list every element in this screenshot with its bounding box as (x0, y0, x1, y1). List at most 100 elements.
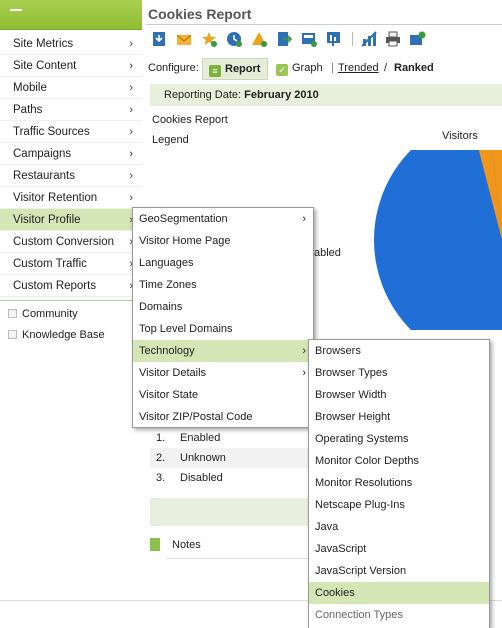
menu-item-visitor-home-page[interactable]: Visitor Home Page (133, 230, 313, 252)
menu-item-visitor-details[interactable]: Visitor Details › (133, 362, 313, 384)
pie-slice-main (374, 150, 502, 330)
share-icon[interactable] (408, 30, 426, 48)
menu-item-label: Monitor Color Depths (315, 455, 419, 467)
menu-item-connection-types[interactable]: Connection Types (309, 604, 489, 626)
sidebar-item-custom-conversion[interactable]: Custom Conversion› (0, 231, 142, 253)
toolbar-divider (352, 32, 353, 46)
menu-item-label: Visitor Home Page (139, 235, 231, 247)
reporting-date-value: February 2010 (244, 89, 319, 101)
sidebar-item-label: Restaurants (13, 170, 76, 182)
presentation-icon[interactable] (325, 30, 343, 48)
menu-item-technology[interactable]: Technology › (133, 340, 313, 362)
menu-item-visitor-state[interactable]: Visitor State (133, 384, 313, 406)
notes-divider (166, 558, 316, 559)
chevron-right-icon: › (129, 170, 133, 182)
table-row[interactable]: 2. Unknown (150, 448, 320, 468)
menu-item-visitor-zip[interactable]: Visitor ZIP/Postal Code (133, 406, 313, 428)
menu-item-browser-types[interactable]: Browser Types (309, 362, 489, 384)
chevron-right-icon: › (302, 367, 306, 379)
menu-item-monitor-resolutions[interactable]: Monitor Resolutions (309, 472, 489, 494)
knowledge-base-label: Knowledge Base (22, 329, 105, 341)
menu-item-cookies[interactable]: Cookies (309, 582, 489, 604)
ranked-link[interactable]: Ranked (394, 62, 434, 74)
menu-item-label: Connection Types (315, 609, 403, 621)
sidebar-item-visitor-profile[interactable]: Visitor Profile› (0, 209, 142, 231)
reporting-date-bar: Reporting Date: February 2010 (150, 84, 502, 106)
knowledge-base-link[interactable]: Knowledge Base (8, 326, 105, 344)
sidebar-item-custom-reports[interactable]: Custom Reports› (0, 275, 142, 297)
menu-item-label: Java (315, 521, 339, 533)
table-row[interactable]: 1. Enabled (150, 428, 320, 448)
sidebar-item-label: Site Metrics (13, 38, 74, 50)
sidebar-item-traffic-sources[interactable]: Traffic Sources › (0, 121, 142, 143)
menu-item-label: Browser Types (315, 367, 388, 379)
sidebar-item-label: Custom Traffic (13, 258, 87, 270)
menu-item-label: Languages (139, 257, 194, 269)
menu-item-domains[interactable]: Domains (133, 296, 313, 318)
tab-graph[interactable]: ✓ Graph (276, 62, 323, 76)
row-name: Disabled (180, 472, 223, 484)
separator: | (331, 62, 334, 74)
email-icon[interactable] (175, 30, 193, 48)
menu-item-label: Visitor State (139, 389, 199, 401)
sidebar-item-label: Mobile (13, 82, 47, 94)
row-rank: 2. (156, 452, 166, 464)
chevron-right-icon: › (129, 104, 133, 116)
menu-item-geosegmentation[interactable]: GeoSegmentation › (133, 208, 313, 230)
notes-label: Notes (172, 539, 201, 551)
row-rank: 1. (156, 432, 166, 444)
menu-item-netscape-plugins[interactable]: Netscape Plug-Ins (309, 494, 489, 516)
schedule-icon[interactable] (225, 30, 243, 48)
menu-item-javascript-version[interactable]: JavaScript Version (309, 560, 489, 582)
dashboard-add-icon[interactable] (300, 30, 318, 48)
menu-item-label: Browser Height (315, 411, 391, 423)
menu-item-time-zones[interactable]: Time Zones (133, 274, 313, 296)
sidebar-item-restaurants[interactable]: Restaurants › (0, 165, 142, 187)
community-link[interactable]: Community (8, 305, 78, 323)
sidebar-item-custom-traffic[interactable]: Custom Traffic› (0, 253, 142, 275)
menu-item-java[interactable]: Java (309, 516, 489, 538)
print-icon[interactable] (384, 30, 402, 48)
menu-item-operating-systems[interactable]: Operating Systems (309, 428, 489, 450)
sidebar-item-site-metrics[interactable]: Site Metrics › (0, 33, 142, 55)
left-navigation: Site Metrics › Site Content › Mobile › Path… (0, 0, 142, 360)
menu-item-monitor-color-depths[interactable]: Monitor Color Depths (309, 450, 489, 472)
chevron-right-icon: › (302, 345, 306, 357)
trended-link[interactable]: Trended (338, 62, 379, 74)
menu-item-javascript[interactable]: JavaScript (309, 538, 489, 560)
menu-item-top-level-domains[interactable]: Top Level Domains (133, 318, 313, 340)
legend-label: Legend (152, 134, 189, 146)
download-icon[interactable] (150, 30, 168, 48)
alert-icon[interactable] (250, 30, 268, 48)
chevron-right-icon: › (129, 148, 133, 160)
menu-item-languages[interactable]: Languages (133, 252, 313, 274)
sidebar-item-mobile[interactable]: Mobile › (0, 77, 142, 99)
tab-graph-label: Graph (292, 62, 323, 74)
menu-item-browser-width[interactable]: Browser Width (309, 384, 489, 406)
chevron-right-icon: › (129, 192, 133, 204)
collapse-icon[interactable] (10, 9, 22, 11)
chart-icon[interactable] (360, 30, 378, 48)
notes-link[interactable]: Notes (150, 538, 201, 551)
sidebar-item-label: Site Content (13, 60, 77, 72)
external-link-icon (8, 330, 17, 339)
sidebar-item-campaigns[interactable]: Campaigns › (0, 143, 142, 165)
separator: / (384, 62, 388, 74)
row-rank: 3. (156, 472, 166, 484)
menu-item-label: Technology (139, 345, 195, 357)
graph-icon: ✓ (276, 64, 288, 76)
nav-divider (0, 300, 142, 301)
bookmark-star-icon[interactable] (200, 30, 218, 48)
menu-item-browsers[interactable]: Browsers (309, 340, 489, 362)
menu-item-browser-height[interactable]: Browser Height (309, 406, 489, 428)
table-row[interactable]: 3. Disabled (150, 468, 320, 488)
menu-item-label: Cookies (315, 587, 355, 599)
sidebar-item-paths[interactable]: Paths › (0, 99, 142, 121)
sidebar-item-visitor-retention[interactable]: Visitor Retention › (0, 187, 142, 209)
row-name: Enabled (180, 432, 221, 444)
sidebar-item-site-content[interactable]: Site Content › (0, 55, 142, 77)
export-icon[interactable] (275, 30, 293, 48)
tab-report[interactable]: ≡ Report (202, 58, 268, 80)
sidebar-item-label: Custom Conversion (13, 236, 114, 248)
technology-menu: Browsers Browser Types Browser Width Bro… (308, 339, 490, 628)
